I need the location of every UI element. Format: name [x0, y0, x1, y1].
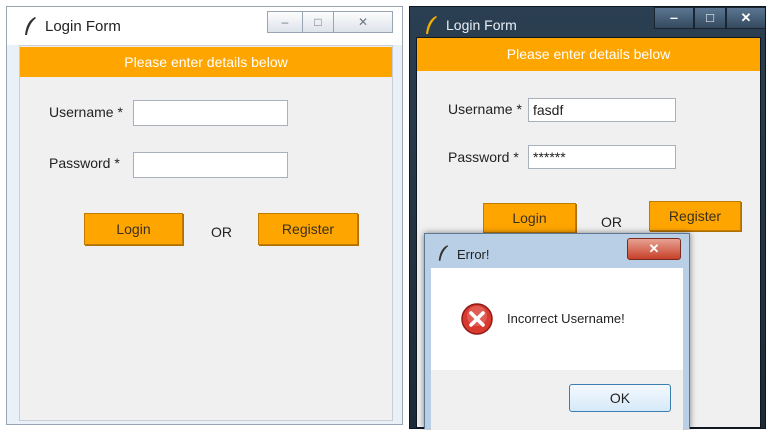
minimize-icon: ‒: [281, 15, 289, 29]
ok-button[interactable]: OK: [569, 384, 671, 412]
close-icon: ✕: [740, 10, 752, 25]
error-icon: [461, 303, 493, 335]
feather-icon: [25, 17, 36, 35]
form-area: Please enter details below Username * Pa…: [19, 45, 393, 421]
banner: Please enter details below: [417, 38, 760, 71]
window-title: Login Form: [45, 18, 121, 35]
close-icon: ✕: [648, 241, 660, 256]
maximize-button[interactable]: □: [302, 11, 334, 33]
minimize-button[interactable]: ‒: [654, 7, 694, 29]
banner: Please enter details below: [20, 47, 392, 77]
close-icon: ✕: [357, 15, 369, 29]
title-bar[interactable]: Login Form ‒ □ ✕: [7, 7, 402, 45]
dialog-title: Error!: [457, 247, 490, 262]
or-label: OR: [211, 224, 232, 240]
username-label: Username *: [49, 104, 123, 120]
close-button[interactable]: ✕: [333, 11, 393, 33]
dialog-footer: OK: [431, 370, 683, 430]
login-button[interactable]: Login: [483, 203, 576, 233]
error-dialog: Error! ✕ Incorrect Username! OK: [424, 233, 690, 430]
password-label: Password *: [49, 155, 120, 171]
feather-icon: [426, 16, 437, 34]
username-input[interactable]: [133, 100, 288, 126]
error-message: Incorrect Username!: [507, 311, 625, 326]
register-button[interactable]: Register: [258, 213, 358, 245]
login-button[interactable]: Login: [84, 213, 183, 245]
dialog-body: Incorrect Username!: [431, 268, 683, 370]
username-label: Username *: [448, 101, 522, 117]
username-input[interactable]: fasdf: [528, 98, 676, 122]
password-input[interactable]: [133, 152, 288, 178]
minimize-button[interactable]: ‒: [267, 11, 303, 33]
maximize-icon: □: [706, 10, 714, 25]
maximize-icon: □: [314, 15, 322, 29]
window-title: Login Form: [446, 17, 517, 33]
feather-icon: [438, 245, 449, 261]
register-button[interactable]: Register: [649, 201, 741, 231]
minimize-icon: ‒: [670, 10, 678, 25]
password-label: Password *: [448, 149, 519, 165]
login-window-left: Login Form ‒ □ ✕ Please enter details be…: [6, 6, 403, 425]
close-button[interactable]: ✕: [726, 7, 765, 29]
or-label: OR: [601, 214, 622, 230]
password-input[interactable]: ******: [528, 145, 676, 169]
maximize-button[interactable]: □: [694, 7, 726, 29]
dialog-close-button[interactable]: ✕: [627, 238, 681, 260]
